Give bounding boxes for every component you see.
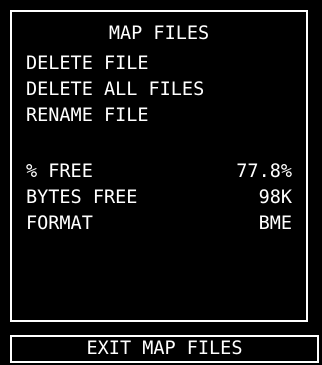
rename-file-menu-item[interactable]: RENAME FILE [26, 104, 292, 128]
bytes-free-value: 98K [258, 187, 292, 208]
delete-all-files-menu-item[interactable]: DELETE ALL FILES [26, 78, 292, 102]
bytes-free-label: BYTES FREE [26, 187, 138, 208]
format-value: BME [258, 213, 292, 234]
map-files-screen: MAP FILES DELETE FILE DELETE ALL FILES R… [0, 0, 322, 365]
percent-free-label: % FREE [26, 161, 93, 182]
exit-map-files-button[interactable]: EXIT MAP FILES [10, 335, 319, 363]
format-label: FORMAT [26, 213, 93, 234]
percent-free-value: 77.8% [236, 161, 292, 182]
page-title: MAP FILES [108, 23, 210, 44]
map-files-panel: MAP FILES DELETE FILE DELETE ALL FILES R… [10, 10, 308, 322]
percent-free-row: % FREE 77.8% [26, 160, 292, 184]
bytes-free-row: BYTES FREE 98K [26, 186, 292, 210]
delete-file-menu-item[interactable]: DELETE FILE [26, 52, 292, 76]
format-row: FORMAT BME [26, 212, 292, 236]
